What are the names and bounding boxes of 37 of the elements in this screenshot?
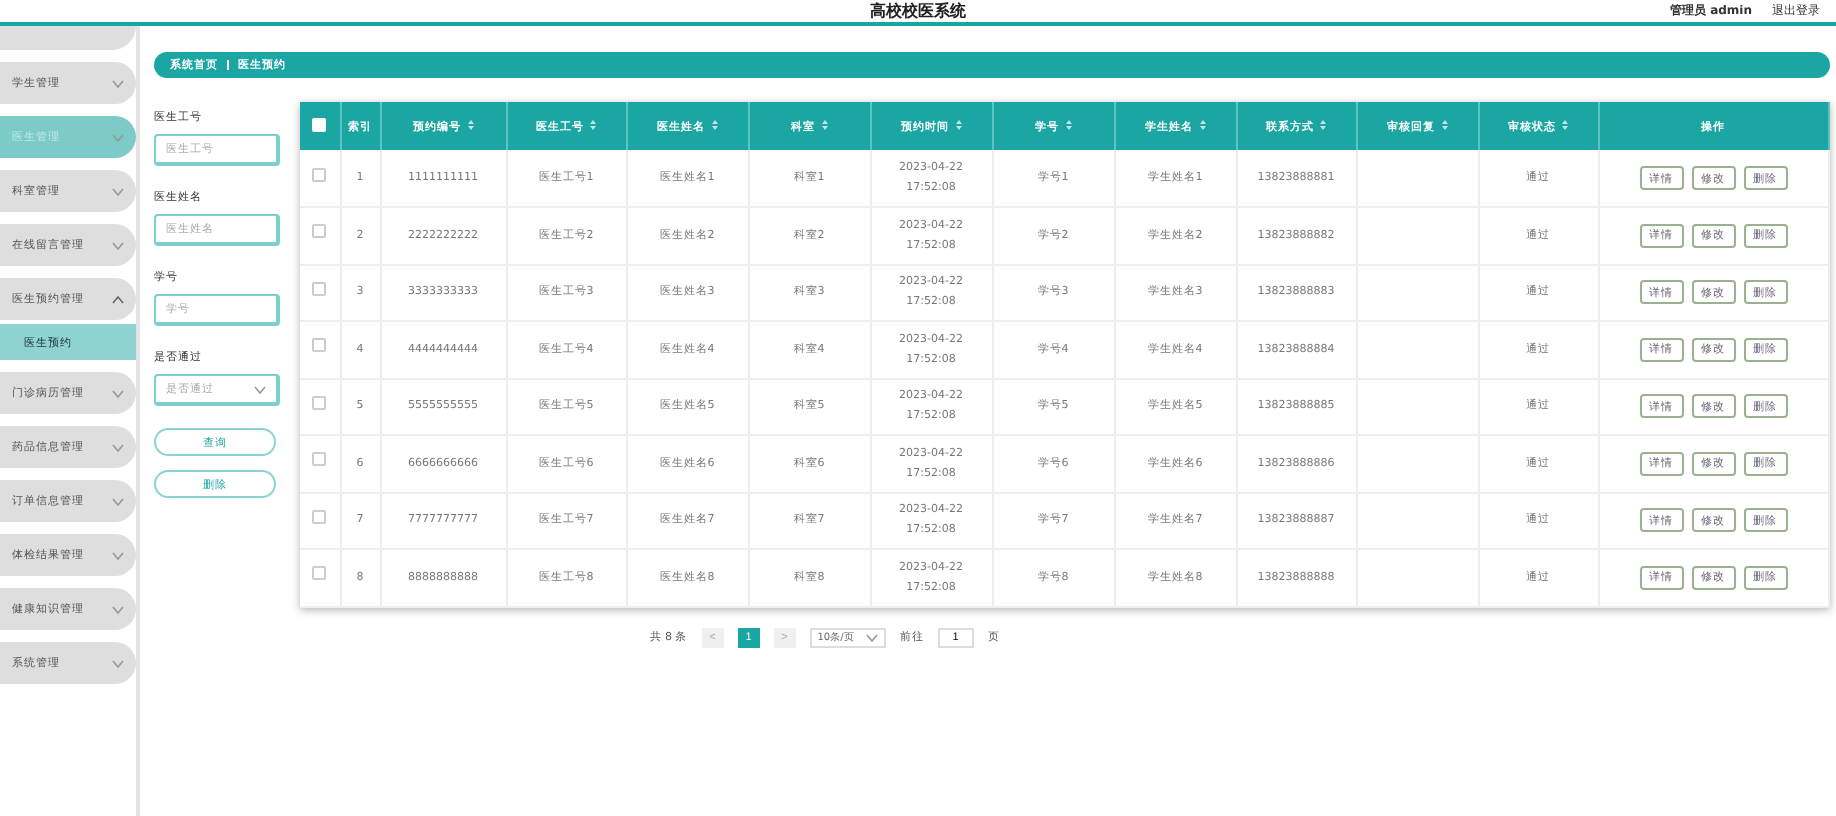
chevron-icon: [865, 633, 878, 641]
sort-icon: [1562, 120, 1568, 131]
row-checkbox[interactable]: [312, 566, 327, 581]
row-checkbox[interactable]: [312, 224, 327, 239]
app-title: 高校校医系统: [870, 0, 966, 22]
row-checkbox[interactable]: [312, 167, 327, 181]
select-all-checkbox[interactable]: [312, 117, 327, 131]
separator-icon: [226, 60, 230, 70]
chevron-icon: [112, 79, 124, 87]
table-cell: [1356, 150, 1478, 207]
chevron-icon: [112, 187, 124, 195]
chevron-icon: [112, 133, 124, 141]
table-cell: [1356, 549, 1478, 606]
sort-icon: [1065, 120, 1071, 131]
chevron-icon: [112, 497, 124, 505]
sort-icon: [821, 120, 827, 131]
chevron-icon: [254, 385, 266, 393]
row-checkbox[interactable]: [312, 338, 327, 353]
chevron-icon: [112, 295, 124, 303]
sort-icon: [711, 120, 717, 131]
chevron-icon: [112, 659, 124, 667]
chevron-icon: [112, 389, 124, 397]
sort-icon: [590, 120, 596, 131]
row-checkbox[interactable]: [312, 452, 327, 467]
chevron-icon: [112, 443, 124, 451]
chevron-icon: [112, 551, 124, 559]
sort-icon: [467, 120, 473, 131]
row-checkbox[interactable]: [312, 281, 327, 296]
sort-icon: [955, 120, 961, 131]
sidebar-item[interactable]: [0, 26, 136, 50]
sort-icon: [1320, 120, 1326, 131]
row-checkbox[interactable]: [312, 395, 327, 410]
chevron-icon: [112, 605, 124, 613]
sort-icon: [1441, 120, 1447, 131]
sort-icon: [1199, 120, 1205, 131]
row-checkbox[interactable]: [312, 509, 327, 524]
chevron-icon: [112, 241, 124, 249]
